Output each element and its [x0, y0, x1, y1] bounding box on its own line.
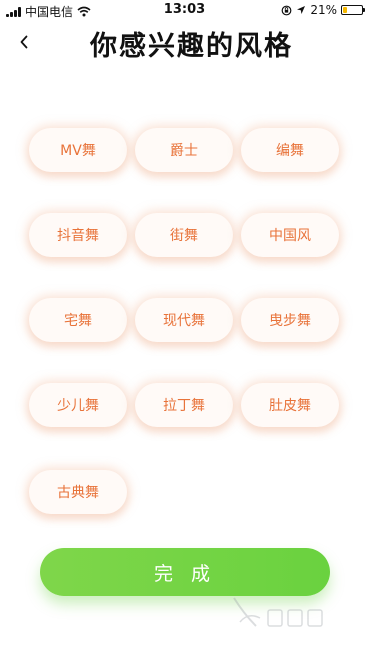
style-tag-shuffle[interactable]: 曳步舞: [241, 298, 339, 342]
style-tag-latin[interactable]: 拉丁舞: [135, 383, 233, 427]
style-tag-chinese-style[interactable]: 中国风: [241, 213, 339, 257]
battery-percent: 21%: [310, 3, 337, 17]
style-tag-classical[interactable]: 古典舞: [29, 470, 127, 514]
status-bar: 中国电信 13:03 21%: [0, 0, 369, 20]
battery-level-fill: [343, 7, 347, 13]
style-tag-modern[interactable]: 现代舞: [135, 298, 233, 342]
style-tag-belly[interactable]: 肚皮舞: [241, 383, 339, 427]
watermark-logo-icon: [233, 597, 323, 627]
battery-icon: [341, 5, 365, 15]
done-button[interactable]: 完 成: [40, 548, 330, 596]
style-tag-otaku[interactable]: 宅舞: [29, 298, 127, 342]
status-right: 21%: [281, 3, 365, 17]
style-tag-choreography[interactable]: 编舞: [241, 128, 339, 172]
orientation-lock-icon: [281, 5, 292, 15]
style-tag-kids[interactable]: 少儿舞: [29, 383, 127, 427]
location-arrow-icon: [297, 6, 306, 14]
style-tag-mv[interactable]: MV舞: [29, 128, 127, 172]
style-tag-jazz[interactable]: 爵士: [135, 128, 233, 172]
style-tag-street[interactable]: 街舞: [135, 213, 233, 257]
style-tag-douyin[interactable]: 抖音舞: [29, 213, 127, 257]
page-title: 你感兴趣的风格: [90, 31, 293, 62]
